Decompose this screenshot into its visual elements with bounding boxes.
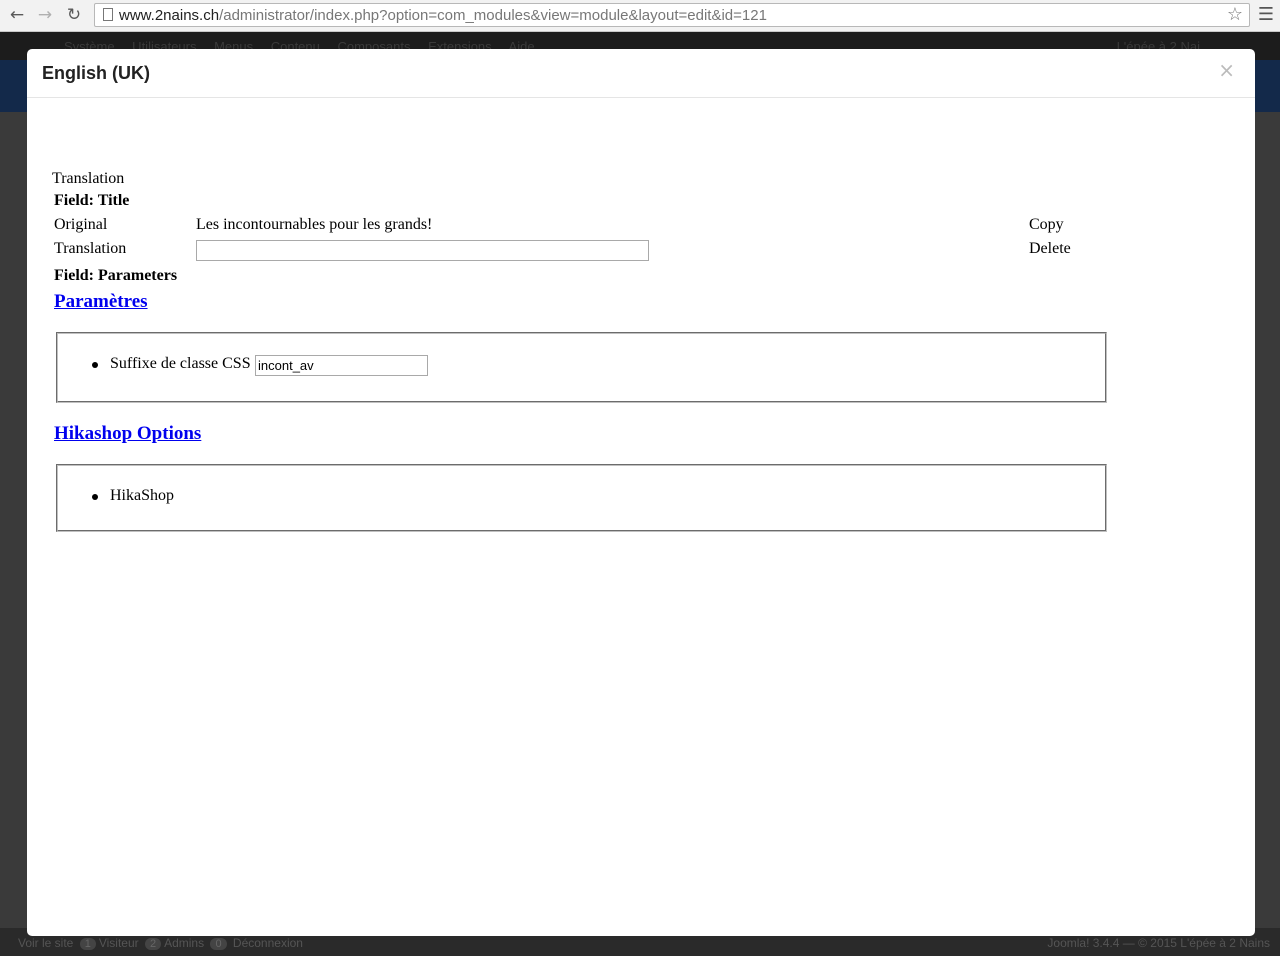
- field-parameters-label: Field: Parameters: [54, 267, 178, 284]
- messages-count: 0: [210, 938, 227, 950]
- bullet-icon: [92, 362, 98, 368]
- browser-toolbar: ← → ↻ www.2nains.ch/administrator/index.…: [0, 0, 1280, 32]
- footer-copyright: Joomla! 3.4.4 — © 2015 L'épée à 2 Nains: [1047, 936, 1270, 950]
- modal-body: Translation Field: Title Original Les in…: [27, 98, 1255, 936]
- original-value: Les incontournables pour les grands!: [196, 216, 433, 233]
- translation-input[interactable]: [196, 240, 649, 261]
- admins-label: Admins: [164, 936, 205, 950]
- address-bar[interactable]: www.2nains.ch/administrator/index.php?op…: [94, 3, 1250, 27]
- section-link-parametres[interactable]: Paramètres: [54, 291, 148, 313]
- logout-link[interactable]: Déconnexion: [233, 936, 303, 950]
- forward-arrow-icon[interactable]: →: [34, 4, 56, 26]
- modal-title: English (UK): [42, 63, 150, 83]
- field-title-label: Field: Title: [54, 192, 130, 209]
- view-site-link[interactable]: Voir le site: [18, 936, 73, 950]
- modal-header: English (UK) ×: [27, 49, 1255, 98]
- footer-status: Voir le site 1 Visiteur 2 Admins 0 Déconne…: [18, 936, 303, 950]
- translation-heading: Translation: [52, 170, 125, 187]
- translation-label: Translation: [54, 240, 127, 257]
- hikashop-fieldset: HikaShop: [56, 464, 1107, 532]
- css-suffix-label: Suffixe de classe CSS: [110, 355, 251, 372]
- parametres-fieldset: Suffixe de classe CSS: [56, 332, 1107, 403]
- delete-button[interactable]: Delete: [1029, 240, 1071, 258]
- browser-menu-icon[interactable]: ☰: [1258, 4, 1274, 26]
- close-icon[interactable]: ×: [1218, 58, 1235, 82]
- copy-button[interactable]: Copy: [1029, 216, 1064, 234]
- css-suffix-input[interactable]: [255, 355, 428, 376]
- visitors-count: 1: [79, 938, 96, 950]
- hikashop-item: HikaShop: [110, 487, 174, 504]
- translation-modal: English (UK) × Translation Field: Title …: [27, 49, 1255, 936]
- original-label: Original: [54, 216, 108, 233]
- section-link-hikashop-options[interactable]: Hikashop Options: [54, 423, 201, 445]
- visitors-label: Visiteur: [98, 936, 139, 950]
- page-icon: [103, 8, 113, 21]
- url-path: /administrator/index.php?option=com_modu…: [219, 7, 767, 24]
- admins-count: 2: [144, 938, 162, 950]
- url-host: www.2nains.ch: [119, 7, 220, 24]
- reload-icon[interactable]: ↻: [63, 4, 85, 26]
- bookmark-star-icon[interactable]: ☆: [1227, 4, 1243, 25]
- back-arrow-icon[interactable]: ←: [6, 4, 28, 26]
- bullet-icon: [92, 494, 98, 500]
- url-text[interactable]: www.2nains.ch/administrator/index.php?op…: [119, 7, 767, 24]
